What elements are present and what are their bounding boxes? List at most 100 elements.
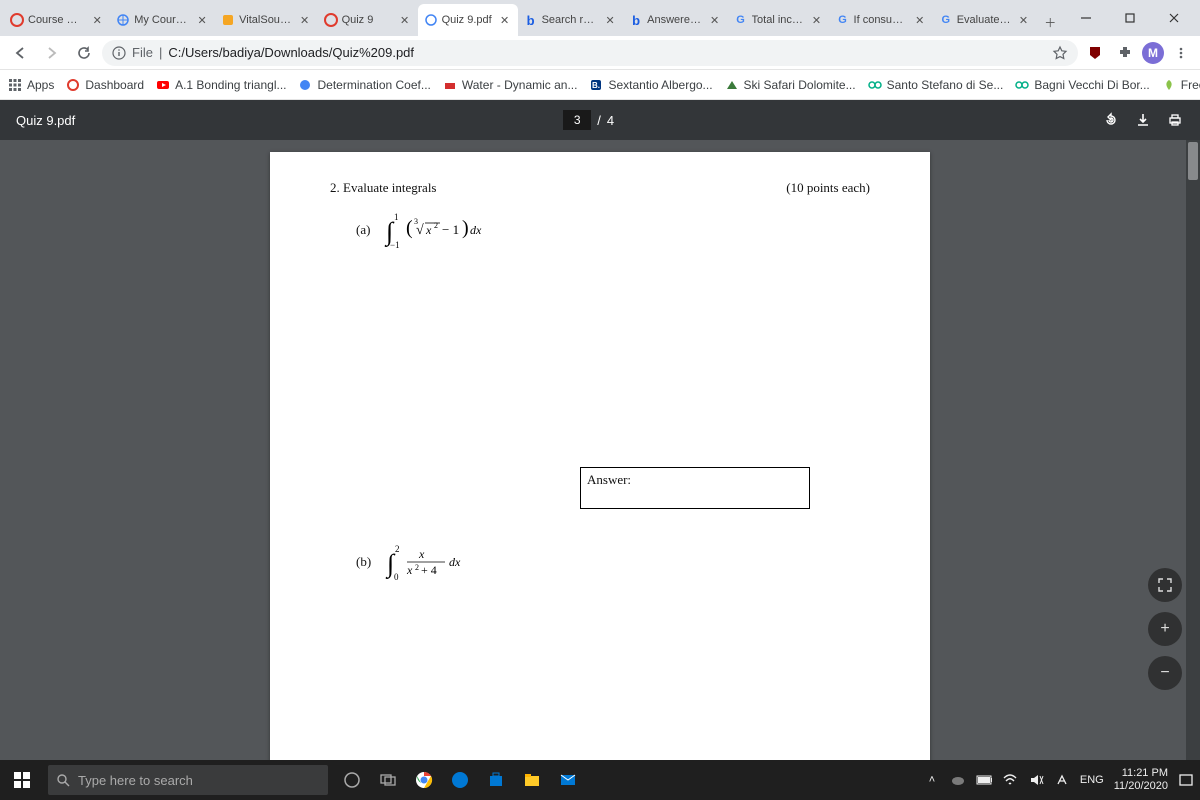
search-placeholder: Type here to search [78, 773, 193, 788]
tab-total-income[interactable]: G Total incom ✕ [728, 4, 830, 36]
current-page-input[interactable] [563, 110, 591, 130]
reload-button[interactable] [70, 39, 98, 67]
back-button[interactable] [6, 39, 34, 67]
close-icon[interactable]: ✕ [913, 13, 927, 27]
tripadvisor-icon [1015, 78, 1029, 92]
part-b: (b) ∫ 2 0 x x 2 + 4 dx [330, 542, 479, 582]
tab-label: Evaluate int [957, 14, 1013, 26]
volume-icon[interactable] [1028, 772, 1044, 788]
vertical-scrollbar[interactable] [1186, 140, 1200, 760]
pdf-viewport[interactable]: 2. Evaluate integrals (10 points each) (… [0, 140, 1200, 760]
tab-label: Total incom [752, 14, 806, 26]
tab-if-consumption[interactable]: G If consumpt ✕ [830, 4, 933, 36]
bookmark-free-spa[interactable]: Free Spa? Top 5 Ital... [1162, 78, 1200, 92]
toolbox-icon [443, 78, 457, 92]
info-icon [112, 46, 126, 60]
svg-text:): ) [462, 217, 469, 239]
bookmark-label: Free Spa? Top 5 Ital... [1181, 78, 1200, 92]
bookmark-santo-stefano[interactable]: Santo Stefano di Se... [868, 78, 1004, 92]
bartleby-icon: b [524, 13, 538, 27]
edge-app-icon[interactable] [444, 764, 476, 796]
bookmark-ski-safari[interactable]: Ski Safari Dolomite... [725, 78, 856, 92]
tab-evaluate-int[interactable]: G Evaluate int ✕ [933, 4, 1037, 36]
wifi-icon[interactable] [1002, 772, 1018, 788]
ublock-icon[interactable] [1082, 40, 1108, 66]
close-icon[interactable]: ✕ [810, 13, 824, 27]
tab-vitalsource[interactable]: VitalSource ✕ [215, 4, 317, 36]
tab-search-results[interactable]: b Search resu ✕ [518, 4, 624, 36]
new-tab-button[interactable]: ＋ [1037, 8, 1065, 36]
tab-quiz9-pdf[interactable]: Quiz 9.pdf ✕ [418, 4, 518, 36]
print-button[interactable] [1166, 111, 1184, 129]
bookmark-bonding[interactable]: A.1 Bonding triangl... [156, 78, 286, 92]
tab-label: If consumpt [854, 14, 909, 26]
tray-chevron-icon[interactable]: ˄ [924, 772, 940, 788]
google-icon: G [836, 13, 850, 27]
clock[interactable]: 11:21 PM 11/20/2020 [1114, 767, 1168, 793]
input-method-icon[interactable] [1054, 772, 1070, 788]
svg-text:x: x [425, 223, 432, 237]
svg-text:1: 1 [394, 212, 399, 222]
start-button[interactable] [0, 760, 44, 800]
omnibox[interactable]: File | C:/Users/badiya/Downloads/Quiz%20… [102, 40, 1078, 66]
star-icon[interactable] [1052, 45, 1068, 61]
close-icon[interactable]: ✕ [708, 13, 722, 27]
bookmark-label: A.1 Bonding triangl... [175, 78, 286, 92]
chrome-app-icon[interactable] [408, 764, 440, 796]
extensions-icon[interactable] [1112, 40, 1138, 66]
zoom-in-button[interactable]: + [1148, 612, 1182, 646]
pdf-page: 2. Evaluate integrals (10 points each) (… [270, 152, 930, 760]
svg-text:2: 2 [434, 221, 438, 230]
tab-label: VitalSource [239, 14, 293, 26]
battery-icon[interactable] [976, 772, 992, 788]
forward-button[interactable] [38, 39, 66, 67]
tab-course-modules[interactable]: Course Mod ✕ [4, 4, 110, 36]
bookmark-bagni-vecchi[interactable]: Bagni Vecchi Di Bor... [1015, 78, 1149, 92]
maximize-button[interactable] [1108, 0, 1152, 36]
mail-app-icon[interactable] [552, 764, 584, 796]
zoom-out-button[interactable]: − [1148, 656, 1182, 690]
task-view-icon[interactable] [372, 764, 404, 796]
profile-avatar[interactable]: M [1142, 42, 1164, 64]
close-icon[interactable]: ✕ [298, 13, 312, 27]
onedrive-icon[interactable] [950, 772, 966, 788]
window-close-button[interactable] [1152, 0, 1196, 36]
search-icon [56, 773, 70, 787]
pdf-icon [424, 13, 438, 27]
fit-button[interactable] [1148, 568, 1182, 602]
close-icon[interactable]: ✕ [498, 13, 512, 27]
svg-text:B.: B. [592, 81, 600, 90]
close-icon[interactable]: ✕ [398, 13, 412, 27]
menu-icon[interactable] [1168, 40, 1194, 66]
close-icon[interactable]: ✕ [1017, 13, 1031, 27]
youtube-icon [156, 78, 170, 92]
tab-my-courses[interactable]: My Courses ✕ [110, 4, 215, 36]
scrollbar-thumb[interactable] [1188, 142, 1198, 180]
svg-text:(: ( [406, 217, 413, 239]
rotate-button[interactable] [1102, 111, 1120, 129]
bookmark-determination[interactable]: Determination Coef... [298, 78, 430, 92]
apps-shortcut[interactable]: Apps [8, 78, 54, 92]
download-button[interactable] [1134, 111, 1152, 129]
notifications-icon[interactable] [1178, 772, 1194, 788]
tab-answered[interactable]: b Answered: I ✕ [623, 4, 727, 36]
bookmark-water[interactable]: Water - Dynamic an... [443, 78, 578, 92]
language-indicator[interactable]: ENG [1080, 774, 1104, 786]
bookmark-sextantio[interactable]: B. Sextantio Albergo... [589, 78, 712, 92]
close-icon[interactable]: ✕ [603, 13, 617, 27]
part-a-label: (a) [356, 222, 370, 238]
part-b-label: (b) [356, 554, 371, 570]
close-icon[interactable]: ✕ [195, 13, 209, 27]
tab-label: My Courses [134, 14, 191, 26]
taskbar-search[interactable]: Type here to search [48, 765, 328, 795]
store-app-icon[interactable] [480, 764, 512, 796]
window-controls [1064, 0, 1196, 36]
bookmark-dashboard[interactable]: Dashboard [66, 78, 144, 92]
minimize-button[interactable] [1064, 0, 1108, 36]
explorer-app-icon[interactable] [516, 764, 548, 796]
bookmark-label: Bagni Vecchi Di Bor... [1034, 78, 1149, 92]
cortana-icon[interactable] [336, 764, 368, 796]
apps-icon [8, 78, 22, 92]
tab-quiz9[interactable]: Quiz 9 ✕ [318, 4, 418, 36]
close-icon[interactable]: ✕ [90, 13, 104, 27]
